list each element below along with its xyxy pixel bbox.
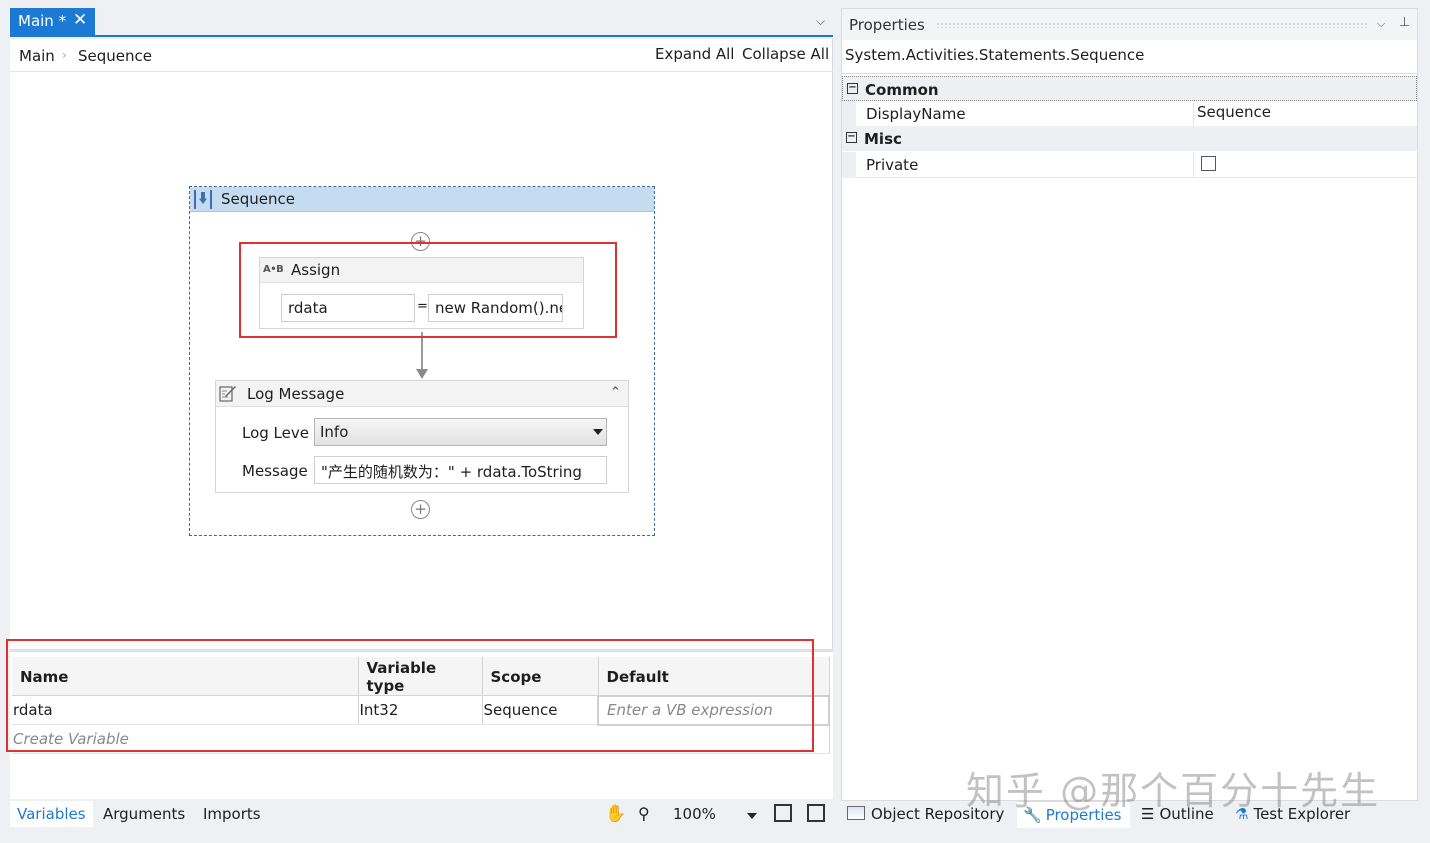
overview-icon[interactable]	[807, 804, 825, 822]
log-level-select[interactable]: Info	[314, 418, 607, 446]
document-tab-strip: Main * ✕ ⌵	[10, 8, 833, 37]
tab-main[interactable]: Main * ✕	[10, 8, 95, 35]
tab-arguments[interactable]: Arguments	[103, 805, 185, 823]
breadcrumb-item-main[interactable]: Main	[19, 47, 55, 65]
expand-all-button[interactable]: Expand All	[655, 45, 734, 63]
zoom-icon[interactable]: ⚲	[638, 804, 650, 823]
tab-variables[interactable]: Variables	[10, 801, 93, 827]
drag-handle[interactable]	[936, 22, 1368, 28]
chevron-down-icon[interactable]: ⌵	[1377, 17, 1385, 31]
message-field[interactable]: "产生的随机数为：" + rdata.ToString	[314, 456, 607, 484]
category-common[interactable]: − Common	[842, 76, 1417, 101]
dropdown-arrow-icon	[593, 429, 603, 435]
highlight-box-variables	[6, 639, 814, 752]
displayname-field[interactable]: Sequence	[1197, 103, 1271, 121]
category-misc[interactable]: − Misc	[842, 126, 1417, 151]
watermark: 知乎 @那个百分十先生	[966, 769, 1381, 813]
chevron-down-icon[interactable]: ⌵	[816, 14, 825, 29]
collapse-icon[interactable]: −	[846, 132, 857, 143]
properties-titlebar: Properties ⌵ ⊥	[842, 9, 1417, 40]
log-message-activity[interactable]: Log Message ⌃ Log Leve Info Message "产生的…	[215, 380, 629, 493]
object-repository-icon	[847, 806, 865, 820]
close-icon[interactable]: ✕	[73, 10, 87, 30]
sequence-title: Sequence	[221, 190, 295, 208]
log-message-header: Log Message ⌃	[216, 381, 628, 407]
property-name: Private	[866, 156, 919, 174]
sequence-activity[interactable]: Sequence + A•B Assign rdata = new Random…	[189, 186, 655, 536]
log-message-icon	[219, 386, 236, 402]
chevron-down-icon[interactable]	[747, 813, 757, 819]
breadcrumb-item-sequence[interactable]: Sequence	[78, 47, 152, 65]
sequence-icon	[194, 190, 212, 209]
tab-main-label: Main *	[18, 12, 67, 30]
divider	[1193, 152, 1194, 178]
divider	[842, 73, 1417, 74]
collapse-icon[interactable]: −	[847, 83, 858, 94]
add-activity-icon[interactable]: +	[411, 500, 430, 519]
properties-title: Properties	[849, 16, 925, 34]
zoom-level-select[interactable]: 100%	[673, 805, 716, 823]
log-level-value: Info	[320, 423, 349, 441]
properties-panel: Properties ⌵ ⊥ System.Activities.Stateme…	[841, 8, 1418, 801]
sequence-header[interactable]: Sequence	[190, 187, 654, 212]
row-gutter	[842, 152, 856, 178]
breadcrumb: Main › Sequence Expand All Collapse All	[10, 39, 833, 72]
message-label: Message	[242, 462, 308, 480]
category-common-label: Common	[865, 81, 939, 99]
chevron-right-icon: ›	[62, 48, 67, 62]
pin-icon[interactable]: ⊥	[1399, 15, 1410, 30]
designer-bottom-bar: Variables Arguments Imports ✋ ⚲ 100%	[10, 801, 833, 829]
collapse-icon[interactable]: ⌃	[610, 385, 621, 400]
tab-imports[interactable]: Imports	[203, 805, 261, 823]
fit-to-screen-icon[interactable]	[774, 804, 792, 822]
property-row-displayname[interactable]: DisplayName Sequence	[842, 101, 1417, 127]
arrow-down-icon	[416, 369, 428, 379]
flow-connector	[421, 332, 423, 372]
hand-icon[interactable]: ✋	[605, 804, 626, 824]
category-misc-label: Misc	[864, 130, 902, 148]
property-row-private[interactable]: Private	[842, 152, 1417, 178]
properties-type-name: System.Activities.Statements.Sequence	[845, 46, 1145, 64]
collapse-all-button[interactable]: Collapse All	[742, 45, 829, 63]
row-gutter	[842, 101, 856, 127]
highlight-box-assign	[239, 242, 617, 338]
divider	[1193, 101, 1194, 127]
private-checkbox[interactable]	[1201, 156, 1216, 171]
log-message-title: Log Message	[247, 385, 345, 403]
property-name: DisplayName	[866, 105, 966, 123]
log-level-label: Log Leve	[242, 424, 309, 442]
